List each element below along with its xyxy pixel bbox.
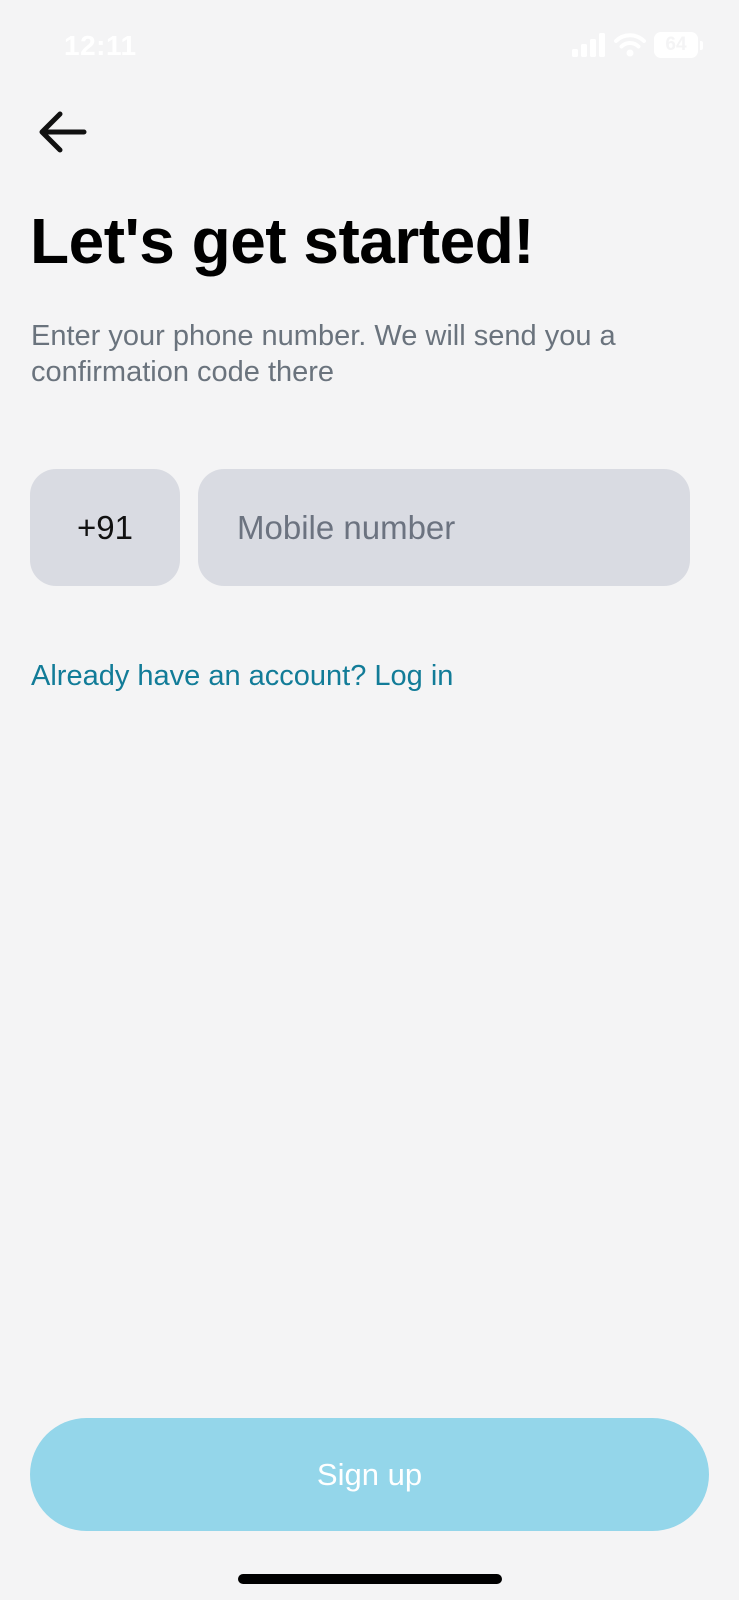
- mobile-number-input[interactable]: [198, 469, 690, 586]
- battery-level: 64: [665, 34, 687, 55]
- battery-tip: [700, 40, 703, 50]
- home-indicator: [238, 1574, 502, 1584]
- status-icons: 64: [572, 32, 703, 58]
- cellular-signal-icon: [572, 33, 605, 57]
- page-subtitle: Enter your phone number. We will send yo…: [31, 320, 616, 388]
- back-button[interactable]: [30, 100, 94, 164]
- status-time: 12:11: [64, 30, 137, 61]
- page-title: Let's get started!: [30, 205, 535, 277]
- arrow-left-icon: [39, 111, 87, 153]
- login-link[interactable]: Already have an account? Log in: [31, 660, 453, 693]
- wifi-icon: [614, 33, 646, 57]
- sign-up-button[interactable]: Sign up: [30, 1418, 709, 1531]
- status-bar: 12:11 64: [0, 0, 739, 96]
- country-code-selector[interactable]: +91: [30, 469, 180, 586]
- battery-icon: 64: [654, 32, 698, 58]
